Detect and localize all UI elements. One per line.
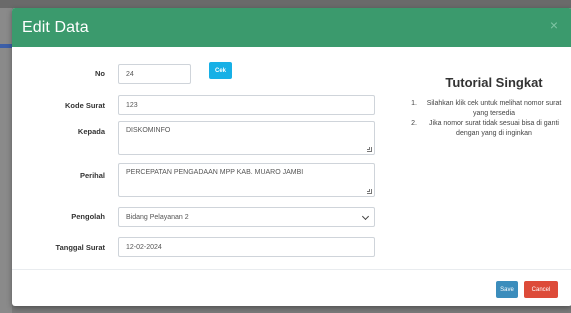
pengolah-label: Pengolah	[71, 212, 105, 221]
modal-body: No 24 Cek Kode Surat 123 Kepada DISKOMIN…	[12, 47, 571, 267]
pengolah-select[interactable]: Bidang Pelayanan 2	[118, 207, 375, 227]
close-icon[interactable]: ×	[550, 18, 558, 32]
kode-surat-field[interactable]: 123	[118, 95, 375, 115]
perihal-label: Perihal	[79, 171, 105, 180]
tanggal-surat-field[interactable]: 12-02-2024	[118, 237, 375, 257]
page-backdrop-left	[0, 8, 12, 313]
kode-surat-label: Kode Surat	[64, 101, 105, 110]
edit-data-modal: Edit Data × No 24 Cek Kode Surat 123 Kep…	[12, 8, 571, 306]
perihal-textarea[interactable]: PERCEPATAN PENGADAAN MPP KAB. MUARO JAMB…	[118, 163, 375, 197]
no-value: 24	[126, 70, 134, 78]
tutorial-title: Tutorial Singkat	[445, 75, 543, 90]
row-no: No	[12, 69, 105, 78]
tanggal-surat-label: Tanggal Surat	[55, 243, 105, 252]
tutorial-item: 1. Silahkan klik cek untuk melihat nomor…	[408, 99, 568, 118]
tutorial-item-number: 1.	[411, 100, 417, 107]
no-field[interactable]: 24	[118, 64, 191, 84]
modal-title: Edit Data	[22, 18, 89, 36]
perihal-value: PERCEPATAN PENGADAAN MPP KAB. MUARO JAMB…	[126, 169, 304, 176]
cek-button[interactable]: Cek	[209, 62, 232, 79]
cancel-button[interactable]: Cancel	[524, 281, 558, 298]
resize-grip-icon[interactable]	[367, 147, 372, 152]
modal-header: Edit Data ×	[12, 8, 571, 47]
tanggal-surat-value: 12-02-2024	[126, 243, 162, 251]
row-perihal: Perihal	[12, 171, 105, 180]
row-pengolah: Pengolah	[12, 212, 105, 221]
pengolah-value: Bidang Pelayanan 2	[126, 213, 189, 221]
tutorial-item-number: 2.	[411, 120, 417, 127]
tutorial-list: 1. Silahkan klik cek untuk melihat nomor…	[408, 99, 568, 139]
no-label: No	[95, 69, 105, 78]
kepada-value: DISKOMINFO	[126, 127, 171, 134]
row-kepada: Kepada	[12, 127, 105, 136]
save-button[interactable]: Save	[496, 281, 518, 298]
row-tanggal-surat: Tanggal Surat	[12, 243, 105, 252]
kode-surat-value: 123	[126, 101, 138, 109]
page-backdrop-accent	[0, 44, 12, 48]
row-kode-surat: Kode Surat	[12, 101, 105, 110]
kepada-textarea[interactable]: DISKOMINFO	[118, 121, 375, 155]
chevron-down-icon	[361, 212, 370, 221]
page-backdrop-top	[0, 0, 571, 8]
tutorial-item-text: Silahkan klik cek untuk melihat nomor su…	[426, 100, 562, 117]
tutorial-item: 2. Jika nomor surat tidak sesuai bisa di…	[408, 119, 568, 138]
resize-grip-icon[interactable]	[367, 189, 372, 194]
kepada-label: Kepada	[77, 127, 105, 136]
tutorial-item-text: Jika nomor surat tidak sesuai bisa di ga…	[429, 120, 559, 137]
modal-footer: Save Cancel	[12, 269, 571, 306]
